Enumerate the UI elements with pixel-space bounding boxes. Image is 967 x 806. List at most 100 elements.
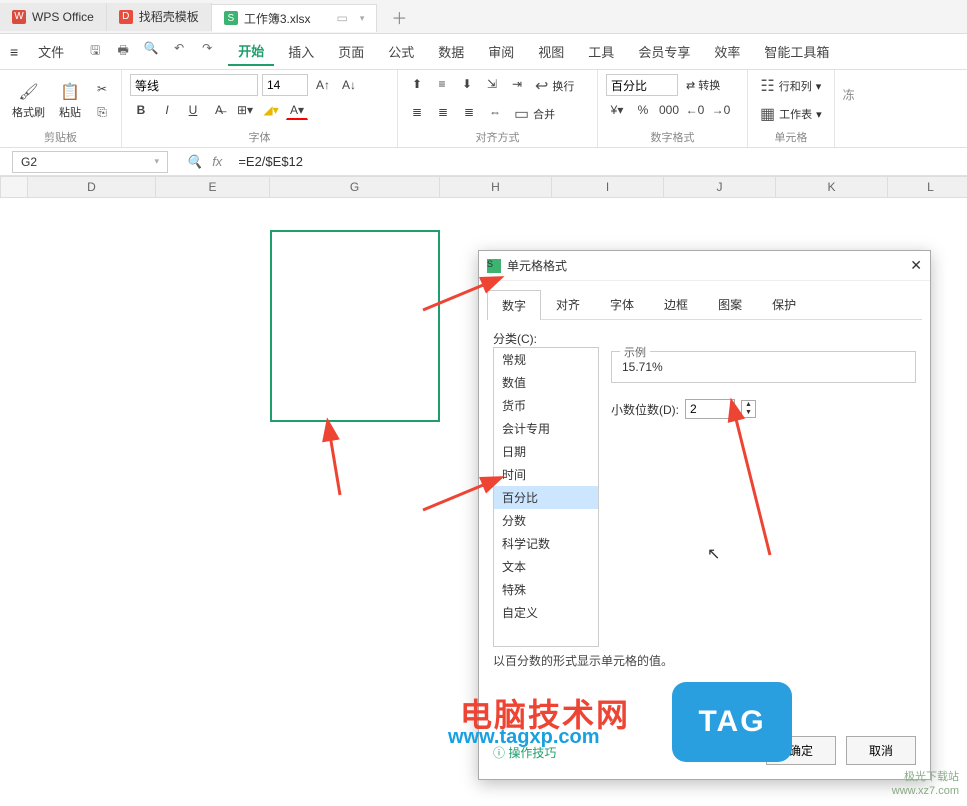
convert-button[interactable]: ⇄转换 <box>682 74 724 96</box>
dialog-tab-font[interactable]: 字体 <box>595 289 649 319</box>
indent-button[interactable]: ⇥ <box>506 74 528 94</box>
dialog-tab-pattern[interactable]: 图案 <box>703 289 757 319</box>
currency-button[interactable]: ¥▾ <box>606 100 628 120</box>
fx-icon[interactable]: fx <box>212 154 222 169</box>
column-header[interactable]: J <box>664 176 776 198</box>
category-item[interactable]: 会计专用 <box>494 417 598 440</box>
category-item[interactable]: 常规 <box>494 348 598 371</box>
dec-decimal-button[interactable]: →0 <box>710 100 732 120</box>
menu-item[interactable]: 开始 <box>228 37 274 66</box>
align-right-button[interactable]: ≣ <box>458 102 480 122</box>
dialog-tab-border[interactable]: 边框 <box>649 289 703 319</box>
category-item[interactable]: 科学记数 <box>494 532 598 555</box>
decrease-font-button[interactable]: A↓ <box>338 75 360 95</box>
copy-button[interactable]: ⎘ <box>91 103 113 123</box>
font-color-button[interactable]: A▾ <box>286 100 308 120</box>
cut-button[interactable]: ✂ <box>91 79 113 99</box>
dialog-tab-align[interactable]: 对齐 <box>541 289 595 319</box>
redo-icon[interactable]: ↷ <box>198 41 216 62</box>
menu-item[interactable]: 页面 <box>328 38 374 65</box>
paste-icon: 📋 <box>60 82 80 102</box>
category-item[interactable]: 文本 <box>494 555 598 578</box>
column-header[interactable]: I <box>552 176 664 198</box>
italic-button[interactable]: I <box>156 100 178 120</box>
column-header[interactable]: D <box>28 176 156 198</box>
ribbon-align: ⬆ ≡ ⬇ ⇲ ⇥ ↩换行 ≣ ≣ ≣ ⇔ ▭合并 对齐方式 <box>398 70 598 147</box>
formula-input[interactable]: =E2/$E$12 <box>238 154 303 169</box>
app-tab-template[interactable]: D 找稻壳模板 <box>107 3 212 31</box>
column-header[interactable]: E <box>156 176 270 198</box>
comma-button[interactable]: 000 <box>658 100 680 120</box>
category-item[interactable]: 自定义 <box>494 601 598 624</box>
align-left-button[interactable]: ≣ <box>406 102 428 122</box>
name-box[interactable]: G2 ▾ <box>12 151 168 173</box>
preview-icon[interactable]: 🔍 <box>142 41 160 62</box>
print-icon[interactable]: 🖶 <box>114 41 132 62</box>
category-item[interactable]: 百分比 <box>494 486 598 509</box>
menu-item[interactable]: 会员专享 <box>628 38 700 65</box>
chevron-down-icon: ▾ <box>154 156 159 167</box>
worksheet-button[interactable]: ▦工作表▾ <box>756 102 826 126</box>
inc-decimal-button[interactable]: ←0 <box>684 100 706 120</box>
distribute-button[interactable]: ⇔ <box>484 102 506 122</box>
merge-icon: ▭ <box>514 104 529 124</box>
merge-button[interactable]: ▭合并 <box>510 102 559 126</box>
column-header[interactable]: L <box>888 176 967 198</box>
align-top-button[interactable]: ⬆ <box>406 74 428 94</box>
category-item[interactable]: 时间 <box>494 463 598 486</box>
cancel-button[interactable]: 取消 <box>846 736 916 765</box>
hamburger-icon[interactable]: ≡ <box>10 44 24 60</box>
menu-item[interactable]: 效率 <box>704 38 750 65</box>
menu-item[interactable]: 智能工具箱 <box>754 38 839 65</box>
font-name-select[interactable] <box>130 74 258 96</box>
rowcol-button[interactable]: ☷行和列▾ <box>756 74 826 98</box>
category-label: 分类(C): <box>493 330 916 347</box>
font-size-select[interactable] <box>262 74 308 96</box>
annotation-arrow <box>720 410 790 560</box>
tab-dropdown-icon[interactable]: ▾ <box>360 13 365 24</box>
dialog-tab-protect[interactable]: 保护 <box>757 289 811 319</box>
undo-icon[interactable]: ↶ <box>170 41 188 62</box>
close-button[interactable]: ✕ <box>910 257 922 274</box>
category-item[interactable]: 数值 <box>494 371 598 394</box>
wrap-button[interactable]: ↩换行 <box>531 74 578 98</box>
select-all-corner[interactable] <box>0 176 28 198</box>
menu-item[interactable]: 视图 <box>528 38 574 65</box>
column-header[interactable]: G <box>270 176 440 198</box>
app-tab-workbook[interactable]: S 工作簿3.xlsx ▭ ▾ <box>212 4 378 32</box>
bold-button[interactable]: B <box>130 100 152 120</box>
category-item[interactable]: 货币 <box>494 394 598 417</box>
align-middle-button[interactable]: ≡ <box>431 74 453 94</box>
category-item[interactable]: 特殊 <box>494 578 598 601</box>
percent-button[interactable]: % <box>632 100 654 120</box>
increase-font-button[interactable]: A↑ <box>312 75 334 95</box>
paste-button[interactable]: 📋粘贴 <box>55 80 85 122</box>
cancel-formula-icon[interactable]: 🔍 <box>186 154 202 170</box>
align-center-button[interactable]: ≣ <box>432 102 454 122</box>
menu-item[interactable]: 插入 <box>278 38 324 65</box>
tab-menu-icon[interactable]: ▭ <box>337 11 348 25</box>
menu-item[interactable]: 公式 <box>378 38 424 65</box>
underline-button[interactable]: U <box>182 100 204 120</box>
category-item[interactable]: 分数 <box>494 509 598 532</box>
save-icon[interactable]: 🖫 <box>86 41 104 62</box>
spin-up-icon[interactable]: ▲ <box>742 401 755 409</box>
menu-item[interactable]: 数据 <box>428 38 474 65</box>
orientation-button[interactable]: ⇲ <box>481 74 503 94</box>
menu-file[interactable]: 文件 <box>28 38 74 65</box>
column-header[interactable]: K <box>776 176 888 198</box>
strike-button[interactable]: A̶ <box>208 100 230 120</box>
number-format-select[interactable] <box>606 74 678 96</box>
category-list[interactable]: 常规数值货币会计专用日期时间百分比分数科学记数文本特殊自定义 <box>493 347 599 647</box>
menu-item[interactable]: 工具 <box>578 38 624 65</box>
column-header[interactable]: H <box>440 176 552 198</box>
rowcol-icon: ☷ <box>760 76 774 96</box>
menu-item[interactable]: 审阅 <box>478 38 524 65</box>
align-bottom-button[interactable]: ⬇ <box>456 74 478 94</box>
border-button[interactable]: ⊞▾ <box>234 100 256 120</box>
fill-color-button[interactable]: ◢▾ <box>260 100 282 120</box>
add-tab-button[interactable]: ＋ <box>377 5 421 29</box>
app-tab-wps[interactable]: W WPS Office <box>0 3 107 31</box>
category-item[interactable]: 日期 <box>494 440 598 463</box>
format-painter-button[interactable]: 🖌格式刷 <box>8 80 49 122</box>
